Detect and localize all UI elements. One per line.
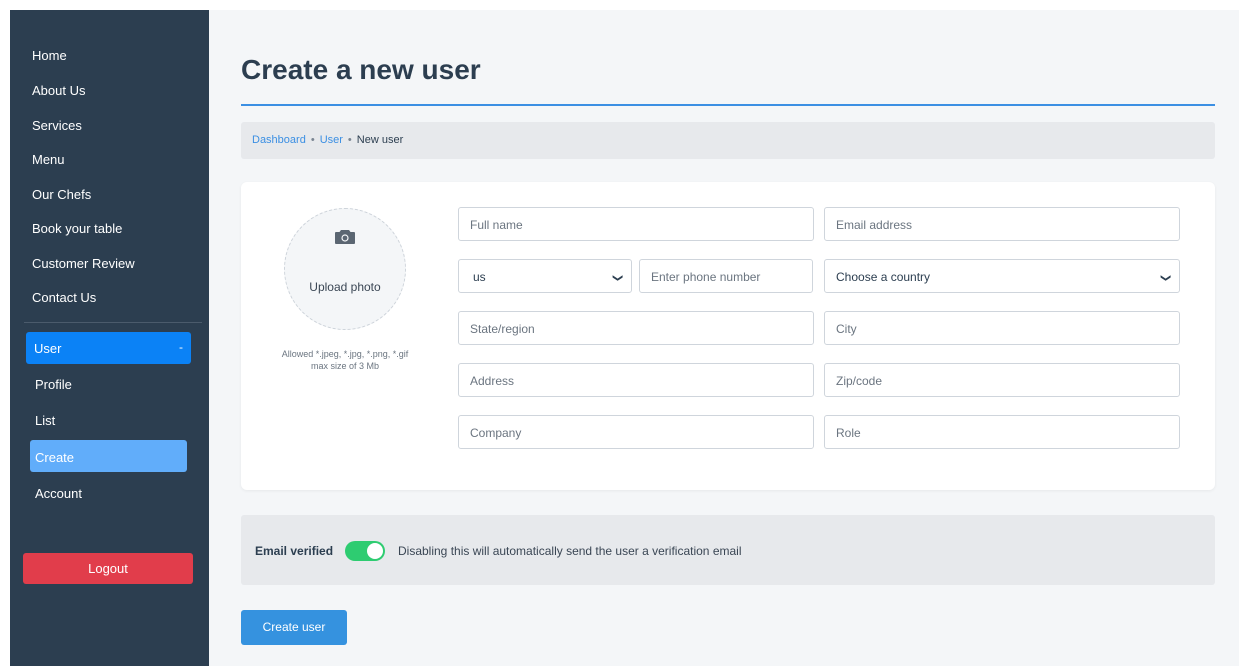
role-input[interactable]: Role bbox=[824, 415, 1180, 449]
upload-photo-dropzone[interactable]: Upload photo bbox=[284, 208, 406, 330]
email-verified-panel: Email verified Disabling this will autom… bbox=[241, 515, 1215, 585]
breadcrumb-separator: • bbox=[347, 134, 352, 146]
email-input[interactable]: Email address bbox=[824, 207, 1180, 241]
create-user-button[interactable]: Create user bbox=[241, 610, 347, 645]
upload-hint-formats: Allowed *.jpeg, *.jpg, *.png, *.gif bbox=[281, 349, 409, 359]
phone-code-value: us bbox=[473, 270, 486, 284]
user-menu-label: User bbox=[34, 341, 62, 356]
chevron-down-icon: ❯ bbox=[1159, 273, 1171, 283]
nav-menu[interactable]: Menu bbox=[32, 152, 65, 167]
logout-button[interactable]: Logout bbox=[23, 553, 193, 584]
upload-hint: Allowed *.jpeg, *.jpg, *.png, *.gif max … bbox=[261, 348, 429, 372]
user-menu-toggle[interactable]: User - bbox=[26, 332, 191, 364]
email-verified-label: Email verified bbox=[255, 544, 334, 558]
nav-services[interactable]: Services bbox=[32, 118, 82, 133]
sidebar: Home About Us Services Menu Our Chefs Bo… bbox=[10, 10, 209, 666]
user-form-card: Upload photo Allowed *.jpeg, *.jpg, *.pn… bbox=[241, 182, 1215, 490]
email-verified-toggle[interactable] bbox=[345, 541, 385, 561]
sub-item-profile[interactable]: Profile bbox=[35, 377, 72, 392]
breadcrumb-separator: • bbox=[310, 134, 315, 146]
full-name-input[interactable]: Full name bbox=[458, 207, 814, 241]
country-value: Choose a country bbox=[836, 270, 931, 284]
sub-item-account[interactable]: Account bbox=[35, 486, 82, 501]
phone-input[interactable]: Enter phone number bbox=[639, 259, 813, 293]
sidebar-divider bbox=[24, 322, 202, 323]
nav-contact-us[interactable]: Contact Us bbox=[32, 290, 96, 305]
sub-item-create[interactable]: Create bbox=[35, 450, 74, 465]
camera-icon bbox=[335, 230, 355, 244]
page-title: Create a new user bbox=[241, 54, 481, 85]
breadcrumb-dashboard[interactable]: Dashboard bbox=[252, 134, 306, 146]
breadcrumb-current: New user bbox=[356, 134, 404, 146]
state-input[interactable]: State/region bbox=[458, 311, 814, 345]
nav-about-us[interactable]: About Us bbox=[32, 83, 85, 98]
upload-hint-size: max size of 3 Mb bbox=[310, 361, 380, 371]
zip-input[interactable]: Zip/code bbox=[824, 363, 1180, 397]
chevron-down-icon: ❯ bbox=[611, 273, 623, 283]
email-verified-description: Disabling this will automatically send t… bbox=[398, 544, 742, 558]
breadcrumb-user[interactable]: User bbox=[320, 134, 343, 146]
country-select[interactable]: Choose a country ❯ bbox=[824, 259, 1180, 293]
nav-our-chefs[interactable]: Our Chefs bbox=[32, 187, 91, 202]
nav-book-your-table[interactable]: Book your table bbox=[32, 221, 122, 236]
nav-home[interactable]: Home bbox=[32, 48, 67, 63]
main-content: Create a new user Dashboard • User • New use… bbox=[209, 10, 1239, 666]
nav-customer-review[interactable]: Customer Review bbox=[32, 256, 135, 271]
sub-item-list[interactable]: List bbox=[35, 413, 55, 428]
company-input[interactable]: Company bbox=[458, 415, 814, 449]
phone-code-select[interactable]: us ❯ bbox=[458, 259, 632, 293]
address-input[interactable]: Address bbox=[458, 363, 814, 397]
city-input[interactable]: City bbox=[824, 311, 1180, 345]
title-divider bbox=[241, 104, 1215, 106]
collapse-indicator: - bbox=[179, 340, 183, 354]
toggle-knob bbox=[367, 543, 383, 559]
breadcrumb: Dashboard • User • New user bbox=[241, 122, 1215, 159]
upload-photo-label: Upload photo bbox=[309, 280, 381, 294]
